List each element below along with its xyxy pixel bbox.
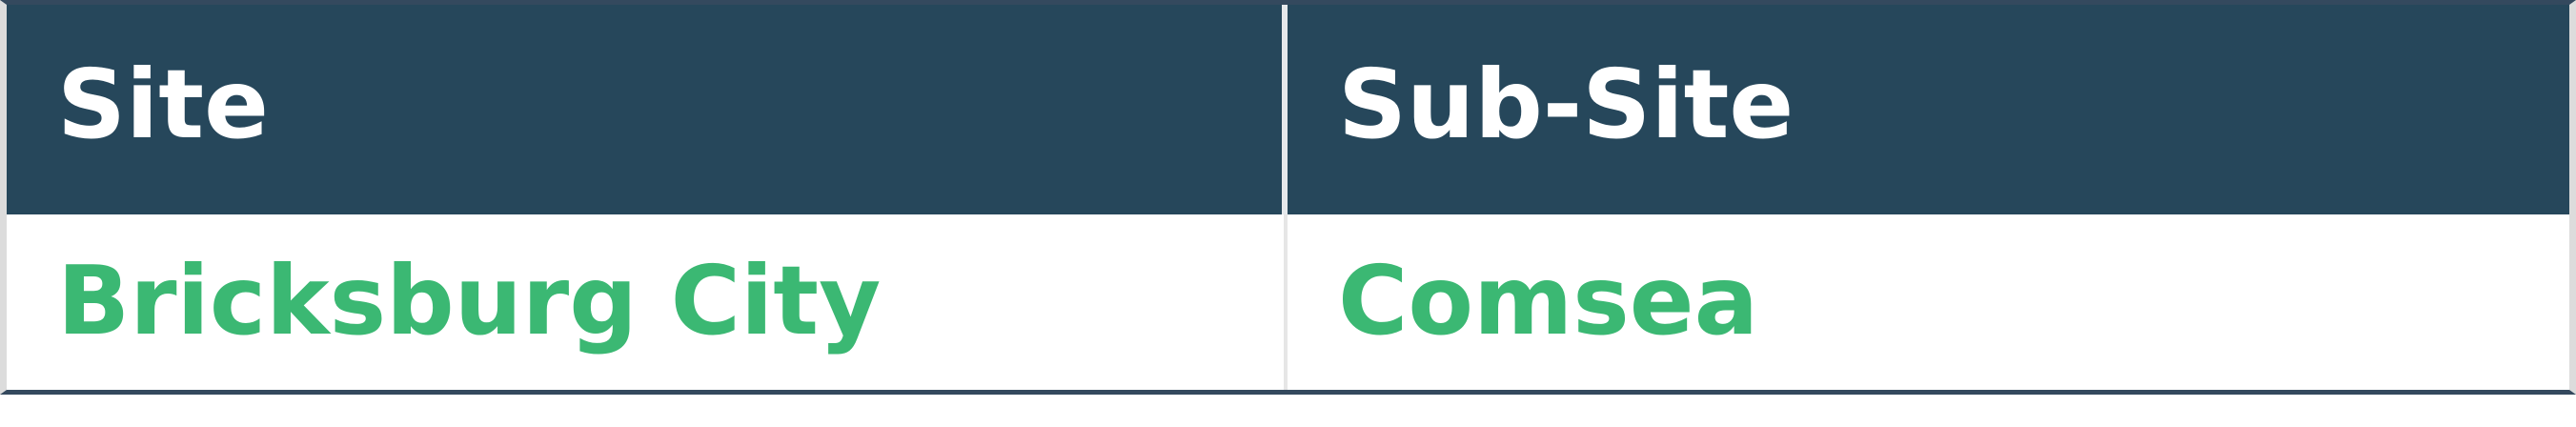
table-row[interactable]: Bricksburg City Comsea [7, 214, 2569, 390]
cell-sub-site[interactable]: Comsea [1288, 214, 2569, 390]
cell-site[interactable]: Bricksburg City [7, 214, 1288, 390]
site-table: Site Sub-Site Bricksburg City Comsea [0, 0, 2576, 395]
column-header-site[interactable]: Site [7, 5, 1288, 214]
column-header-sub-site[interactable]: Sub-Site [1288, 5, 2569, 214]
table-header-row: Site Sub-Site [7, 5, 2569, 214]
